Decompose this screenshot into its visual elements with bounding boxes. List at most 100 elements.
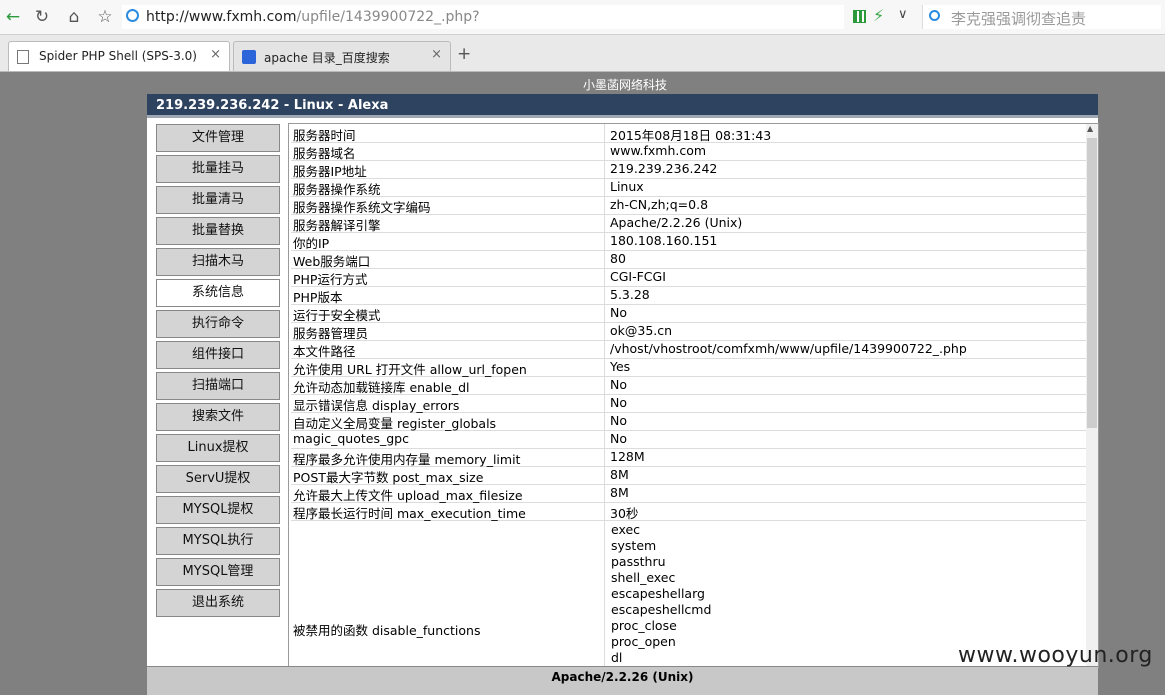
table-row: 显示错误信息 display_errors No xyxy=(291,394,1086,413)
page-icon xyxy=(126,9,139,22)
table-row: 服务器操作系统文字编码 zh-CN,zh;q=0.8 xyxy=(291,196,1086,215)
disabled-function: shell_exec xyxy=(611,570,676,585)
tab-spider-shell[interactable]: Spider PHP Shell (SPS-3.0) × xyxy=(8,41,230,71)
row-value: 219.239.236.242 xyxy=(610,161,718,176)
system-info-table: ▲ 服务器时间 2015年08月18日 08:31:43 服务器域名 www.fxmh… xyxy=(288,123,1099,668)
site-title: 小墨菡网络科技 xyxy=(582,78,667,92)
row-value: Yes xyxy=(610,359,631,374)
row-value: No xyxy=(610,413,627,428)
scrollbar[interactable]: ▲ xyxy=(1086,124,1098,667)
row-value: 128M xyxy=(610,449,645,464)
table-row: 服务器操作系统 Linux xyxy=(291,178,1086,197)
table-row: POST最大字节数 post_max_size 8M xyxy=(291,466,1086,485)
table-row: 允许动态加载链接库 enable_dl No xyxy=(291,376,1086,395)
tab-strip: Spider PHP Shell (SPS-3.0) × apache 目录_百… xyxy=(0,35,1165,72)
sidebar-button[interactable]: MYSQL执行 xyxy=(156,527,280,555)
new-tab-button[interactable]: + xyxy=(457,44,471,64)
disabled-function: proc_open xyxy=(611,634,676,649)
sidebar-button[interactable]: 搜索文件 xyxy=(156,403,280,431)
row-value: No xyxy=(610,377,627,392)
sidebar-button[interactable]: 退出系统 xyxy=(156,589,280,617)
sidebar-button[interactable]: MYSQL提权 xyxy=(156,496,280,524)
row-value: No xyxy=(610,395,627,410)
address-bar-area: ← ↻ ⌂ ☆ http://www.fxmh.com/upfile/14399… xyxy=(0,0,1165,35)
row-value: www.fxmh.com xyxy=(610,143,707,158)
search-icon xyxy=(929,10,940,21)
table-row: magic_quotes_gpc No xyxy=(291,430,1086,449)
table-row: 服务器IP地址 219.239.236.242 xyxy=(291,160,1086,179)
sidebar-button[interactable]: 扫描木马 xyxy=(156,248,280,276)
star-icon[interactable]: ☆ xyxy=(94,6,116,28)
sidebar-button[interactable]: 文件管理 xyxy=(156,124,280,152)
sidebar-button[interactable]: 批量替换 xyxy=(156,217,280,245)
url-host: http://www.fxmh.com xyxy=(146,9,297,25)
scroll-thumb[interactable] xyxy=(1087,138,1097,428)
row-value: Linux xyxy=(610,179,644,194)
qr-code-icon[interactable] xyxy=(853,10,866,23)
tab-label: apache 目录_百度搜索 xyxy=(264,51,390,65)
chevron-down-icon[interactable]: ∨ xyxy=(898,7,908,22)
back-icon[interactable]: ← xyxy=(2,6,24,28)
footer-bar: Apache/2.2.26 (Unix) xyxy=(147,666,1098,695)
shell-panel: 219.239.236.242 - Linux - Alexa 文件管理批量挂马… xyxy=(147,94,1099,695)
url-field[interactable]: http://www.fxmh.com/upfile/1439900722_.p… xyxy=(122,5,844,29)
table-row: 服务器时间 2015年08月18日 08:31:43 xyxy=(291,124,1086,143)
table-row: 你的IP 180.108.160.151 xyxy=(291,232,1086,251)
row-key: magic_quotes_gpc xyxy=(293,431,409,446)
panel-header: 219.239.236.242 - Linux - Alexa xyxy=(147,94,1098,118)
watermark: www.wooyun.org xyxy=(958,643,1153,668)
url-text: http://www.fxmh.com/upfile/1439900722_.p… xyxy=(146,9,480,25)
table-row: 服务器解译引擎 Apache/2.2.26 (Unix) xyxy=(291,214,1086,233)
row-value: 180.108.160.151 xyxy=(610,233,718,248)
sidebar-button[interactable]: 组件接口 xyxy=(156,341,280,369)
search-field[interactable]: 李克强强调彻查追责 xyxy=(922,5,1161,29)
tab-baidu-search[interactable]: apache 目录_百度搜索 × xyxy=(233,41,451,71)
row-value: No xyxy=(610,305,627,320)
home-icon[interactable]: ⌂ xyxy=(63,6,85,28)
sidebar-button[interactable]: 执行命令 xyxy=(156,310,280,338)
row-value: 80 xyxy=(610,251,626,266)
row-value: CGI-FCGI xyxy=(610,269,666,284)
row-value: No xyxy=(610,431,627,446)
sidebar-button[interactable]: 批量挂马 xyxy=(156,155,280,183)
row-key: 被禁用的函数 disable_functions xyxy=(293,623,481,638)
sidebar-button[interactable]: ServU提权 xyxy=(156,465,280,493)
table-row: 本文件路径/vhost/vhostroot/comfxmh/www/upfile… xyxy=(291,340,1086,359)
table-row: PHP运行方式 CGI-FCGI xyxy=(291,268,1086,287)
close-icon[interactable]: × xyxy=(431,47,442,62)
search-placeholder: 李克强强调彻查追责 xyxy=(951,10,1087,28)
table-row: 运行于安全模式 No xyxy=(291,304,1086,323)
sidebar-button[interactable]: 扫描端口 xyxy=(156,372,280,400)
row-value: 5.3.28 xyxy=(610,287,650,302)
close-icon[interactable]: × xyxy=(210,47,221,62)
table-row: 服务器域名 www.fxmh.com xyxy=(291,142,1086,161)
scroll-up-icon[interactable]: ▲ xyxy=(1087,124,1093,133)
disabled-function: exec xyxy=(611,522,641,537)
reload-icon[interactable]: ↻ xyxy=(31,6,53,28)
sidebar-button[interactable]: Linux提权 xyxy=(156,434,280,462)
disabled-function: escapeshellcmd xyxy=(611,602,712,617)
disabled-function: escapeshellarg xyxy=(611,586,705,601)
disabled-function: passthru xyxy=(611,554,666,569)
url-path: /upfile/1439900722_.php? xyxy=(296,9,480,25)
row-value: zh-CN,zh;q=0.8 xyxy=(610,197,709,212)
sidebar-button[interactable]: 系统信息 xyxy=(156,279,280,307)
table-row: 自动定义全局变量 register_globals No xyxy=(291,412,1086,431)
document-icon xyxy=(17,50,29,64)
table-row: Web服务端口 80 xyxy=(291,250,1086,269)
disabled-function: dl xyxy=(611,650,623,665)
sidebar-button[interactable]: MYSQL管理 xyxy=(156,558,280,586)
disabled-function: system xyxy=(611,538,657,553)
baidu-paw-icon xyxy=(242,50,256,64)
table-row: 程序最多允许使用内存量 memory_limit 128M xyxy=(291,448,1086,467)
table-row: 程序最长运行时间 max_execution_time 30秒 xyxy=(291,502,1086,521)
table-row: PHP版本 5.3.28 xyxy=(291,286,1086,305)
lightning-icon[interactable]: ⚡ xyxy=(873,6,884,25)
row-value: ok@35.cn xyxy=(610,323,673,338)
table-row: 服务器管理员 ok@35.cn xyxy=(291,322,1086,341)
sidebar-button[interactable]: 批量清马 xyxy=(156,186,280,214)
row-value: Apache/2.2.26 (Unix) xyxy=(610,215,743,230)
row-value: /vhost/vhostroot/comfxmh/www/upfile/1439… xyxy=(610,341,967,356)
table-row: 允许使用 URL 打开文件 allow_url_fopen Yes xyxy=(291,358,1086,377)
table-row: 允许最大上传文件 upload_max_filesize 8M xyxy=(291,484,1086,503)
